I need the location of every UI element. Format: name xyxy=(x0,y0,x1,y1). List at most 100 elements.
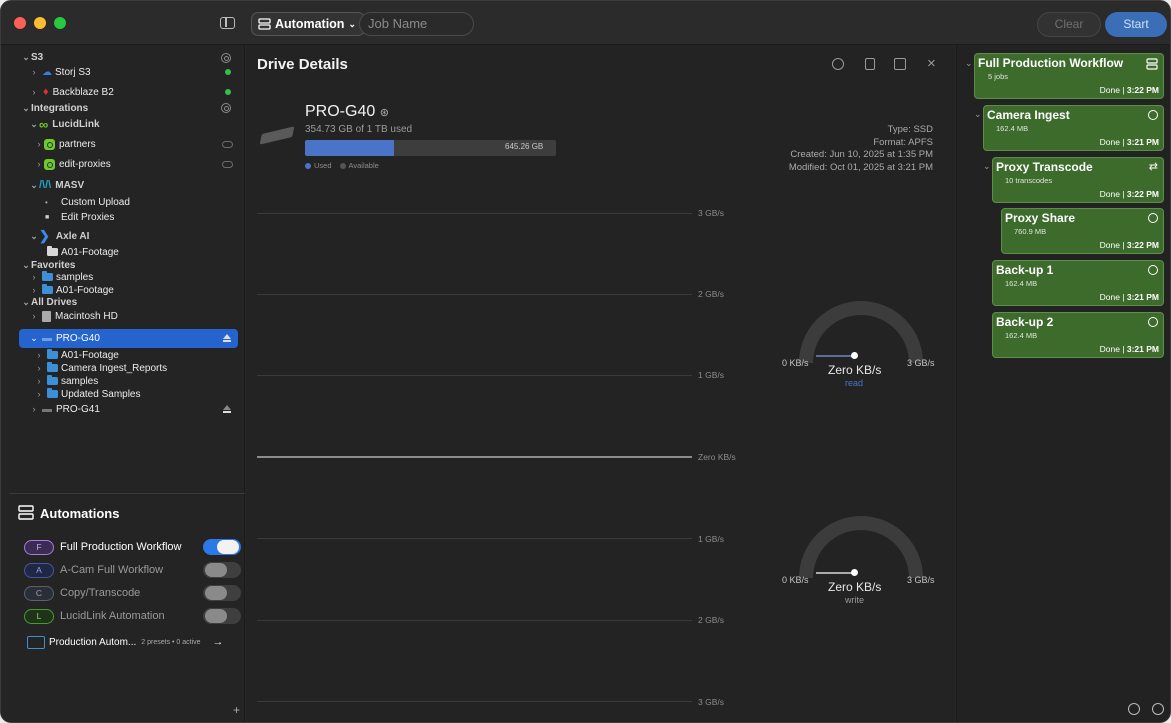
automation-row-lucidlink[interactable]: L LucidLink Automation xyxy=(24,607,165,625)
minimize-window-button[interactable] xyxy=(34,17,46,29)
sidebar-item-updated-samples[interactable]: › Updated Samples xyxy=(34,387,141,401)
gauge-value: Zero KB/s xyxy=(828,580,882,594)
export-icon[interactable] xyxy=(894,58,906,70)
automation-row-a-cam[interactable]: A A-Cam Full Workflow xyxy=(24,561,163,579)
integrations-settings-icon[interactable] xyxy=(221,103,231,113)
toggle-knob xyxy=(217,540,239,554)
automation-toggle-lucidlink[interactable] xyxy=(203,608,241,624)
close-icon[interactable]: × xyxy=(927,55,936,72)
section-integrations[interactable]: ⌄ Integrations xyxy=(21,101,88,115)
section-s3[interactable]: ⌄ S3 xyxy=(21,50,43,64)
automation-row-full-production[interactable]: F Full Production Workflow xyxy=(24,538,181,556)
section-all-drives[interactable]: ⌄ All Drives xyxy=(21,295,77,309)
filter-icon[interactable] xyxy=(1152,703,1164,715)
hard-drive-icon xyxy=(42,310,51,322)
drive-created: Created: Jun 10, 2025 at 1:35 PM xyxy=(790,149,933,160)
speed-test-icon[interactable] xyxy=(832,58,844,70)
folder-icon xyxy=(27,635,45,649)
chart-gridline xyxy=(257,620,692,621)
sidebar-item-custom-upload[interactable]: • Custom Upload xyxy=(45,195,130,209)
sidebar-item-label: Axle AI xyxy=(55,230,90,242)
workflow-card-backup-1[interactable]: Back-up 1 162.4 MB Done | 3:21 PM xyxy=(992,260,1164,306)
workflow-card-proxy-share[interactable]: Proxy Share 760.9 MB Done | 3:22 PM xyxy=(1001,208,1164,254)
automation-toggle-full-production[interactable] xyxy=(203,539,241,555)
sidebar-item-lucidlink[interactable]: ⌄ ∞ LucidLink xyxy=(29,117,99,132)
sidebar-item-pro-g41[interactable]: › ▬ PRO-G41 xyxy=(29,402,100,416)
section-label: S3 xyxy=(31,51,44,63)
sidebar-item-camera-ingest[interactable]: › Camera Ingest_Reports xyxy=(34,361,167,375)
status-text: Done xyxy=(1099,85,1120,95)
sidebar-item-masv[interactable]: ⌄/\/\ MASV xyxy=(29,178,84,192)
sidebar-item-edit-proxies[interactable]: › edit-proxies xyxy=(34,157,111,171)
folder-icon xyxy=(47,246,58,256)
drive-details-panel: Drive Details × PRO-G40 ⊛ 354.73 GB of 1… xyxy=(246,45,955,722)
sidebar-item-partners[interactable]: › partners xyxy=(34,137,96,151)
info-icon[interactable]: ⊛ xyxy=(380,107,389,119)
storage-legend: Used Available xyxy=(305,161,379,170)
automation-folder-row[interactable]: Production Autom... 2 presets • 0 active… xyxy=(27,633,224,651)
report-icon[interactable] xyxy=(865,58,875,70)
workflow-card-backup-2[interactable]: Back-up 2 162.4 MB Done | 3:21 PM xyxy=(992,312,1164,358)
gauge-value: Zero KB/s xyxy=(828,363,882,377)
storage-bar: 645.26 GB xyxy=(305,140,556,156)
workflow-card-camera-ingest[interactable]: Camera Ingest 162.4 MB Done | 3:21 PM xyxy=(983,105,1164,151)
sidebar-item-macintosh-hd[interactable]: › Macintosh HD xyxy=(29,309,118,323)
add-automation-icon[interactable]: + xyxy=(233,703,240,717)
automations-header: Automations xyxy=(18,505,119,521)
sidebar-toggle-icon[interactable] xyxy=(220,17,235,29)
workflow-card-title: Full Production Workflow xyxy=(978,56,1124,70)
automation-folder-meta: 2 presets • 0 active xyxy=(141,638,201,646)
eject-icon[interactable] xyxy=(223,405,231,413)
folder-icon xyxy=(47,349,58,359)
chevron-down-icon: ⌄ xyxy=(22,102,30,113)
section-label: Favorites xyxy=(31,259,76,271)
sidebar-item-a01-axle[interactable]: A01-Footage xyxy=(47,245,119,259)
start-button[interactable]: Start xyxy=(1105,12,1167,37)
gauge-max: 3 GB/s xyxy=(907,358,935,368)
progress-ring-icon xyxy=(1148,265,1158,275)
automation-toggle-a-cam[interactable] xyxy=(203,562,241,578)
workflow-card-proxy-transcode[interactable]: Proxy Transcode 10 transcodes Done | 3:2… xyxy=(992,157,1164,203)
sidebar-item-label: partners xyxy=(59,138,96,150)
sidebar-item-samples[interactable]: › samples xyxy=(34,374,98,388)
workflow-card-subtitle: 162.4 MB xyxy=(996,124,1029,133)
chevron-down-icon[interactable]: ⌄ xyxy=(974,109,982,120)
status-online-icon xyxy=(225,89,231,95)
automation-row-copy-transcode[interactable]: C Copy/Transcode xyxy=(24,584,140,602)
sidebar-item-label: MASV xyxy=(55,179,85,191)
chevron-down-icon[interactable]: ⌄ xyxy=(983,161,991,172)
eject-icon[interactable] xyxy=(223,334,231,342)
workflow-card-status: Done | 3:22 PM xyxy=(1099,189,1159,199)
automation-name: Copy/Transcode xyxy=(60,587,141,599)
sidebar-item-fav-samples[interactable]: › samples xyxy=(29,270,93,284)
sidebar-item-a01[interactable]: › A01-Footage xyxy=(34,348,119,362)
automations-title: Automations xyxy=(40,505,120,521)
drive-modified: Modified: Oct 01, 2025 at 3:21 PM xyxy=(788,161,933,173)
workflow-card-subtitle: 760.9 MB xyxy=(1014,227,1047,236)
automation-icon xyxy=(18,505,34,520)
workflow-card-title: Camera Ingest xyxy=(987,108,1070,122)
automation-menu-button[interactable]: Automation ⌄ xyxy=(251,12,365,36)
s3-settings-icon[interactable] xyxy=(221,53,231,63)
sidebar-item-axle[interactable]: ⌄ ❯ Axle AI xyxy=(29,228,90,243)
sidebar-item-backblaze[interactable]: › ♦ Backblaze B2 xyxy=(29,85,114,99)
chevron-down-icon[interactable]: ⌄ xyxy=(965,58,973,69)
sidebar-item-storj[interactable]: › ☁ Storj S3 xyxy=(29,65,91,79)
job-name-input[interactable]: Job Name xyxy=(359,12,474,36)
workflow-card-title: Proxy Share xyxy=(1005,211,1076,225)
workflow-card-status: Done | 3:21 PM xyxy=(1099,137,1159,147)
status-text: Done xyxy=(1099,240,1120,250)
workflow-card-full-production[interactable]: Full Production Workflow 5 jobs Done | 3… xyxy=(974,53,1164,99)
progress-ring-icon xyxy=(1148,213,1158,223)
zoom-window-button[interactable] xyxy=(54,17,66,29)
history-icon[interactable] xyxy=(1128,703,1140,715)
automation-toggle-copy-transcode[interactable] xyxy=(203,585,241,601)
gauge-min: 0 KB/s xyxy=(782,358,809,368)
workflow-card-subtitle: 10 transcodes xyxy=(1005,176,1053,185)
sidebar-item-label: edit-proxies xyxy=(59,158,111,170)
drive-type: Type: SSD xyxy=(887,124,933,135)
sidebar-item-edit-proxies-masv[interactable]: ■ Edit Proxies xyxy=(45,210,114,224)
clear-button[interactable]: Clear xyxy=(1037,12,1101,37)
close-window-button[interactable] xyxy=(14,17,26,29)
toggle-knob xyxy=(205,563,227,577)
